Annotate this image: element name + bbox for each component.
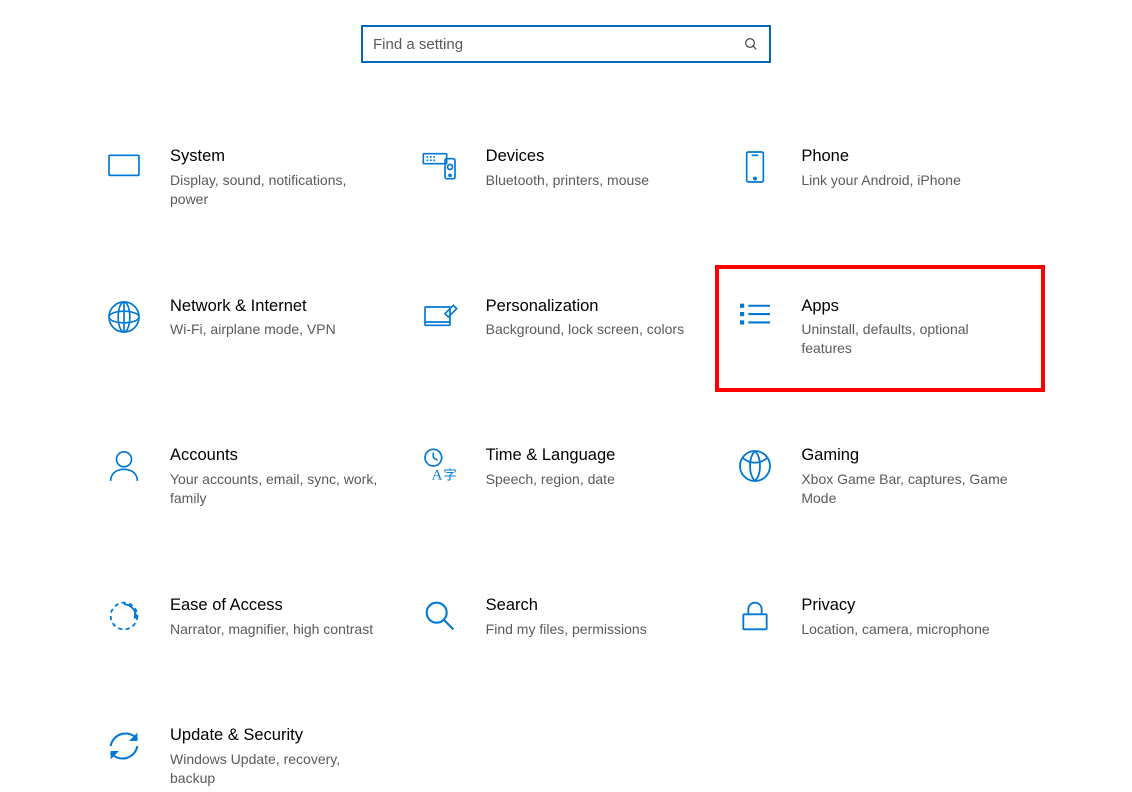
phone-icon — [735, 147, 775, 187]
tile-text: Phone Link your Android, iPhone — [801, 147, 961, 190]
tile-personalization[interactable]: Personalization Background, lock screen,… — [416, 293, 722, 363]
tile-title: Time & Language — [486, 446, 616, 466]
tile-text: Update & Security Windows Update, recove… — [170, 726, 380, 788]
update-icon — [104, 726, 144, 766]
tile-text: Apps Uninstall, defaults, optional featu… — [801, 297, 1011, 359]
tile-search[interactable]: Search Find my files, permissions — [416, 592, 722, 643]
tile-title: Update & Security — [170, 726, 380, 746]
tile-ease-of-access[interactable]: Ease of Access Narrator, magnifier, high… — [100, 592, 406, 643]
tile-apps[interactable]: Apps Uninstall, defaults, optional featu… — [731, 293, 1037, 363]
devices-icon — [420, 147, 460, 187]
tile-devices[interactable]: Devices Bluetooth, printers, mouse — [416, 143, 722, 213]
tile-desc: Display, sound, notifications, power — [170, 171, 380, 209]
search-container — [0, 0, 1132, 63]
tile-title: Phone — [801, 147, 961, 167]
tile-title: Accounts — [170, 446, 380, 466]
tile-text: Accounts Your accounts, email, sync, wor… — [170, 446, 380, 508]
tile-desc: Find my files, permissions — [486, 620, 647, 639]
apps-icon — [735, 297, 775, 337]
tile-accounts[interactable]: Accounts Your accounts, email, sync, wor… — [100, 442, 406, 512]
tile-title: Network & Internet — [170, 297, 336, 317]
network-icon — [104, 297, 144, 337]
tile-text: Devices Bluetooth, printers, mouse — [486, 147, 649, 190]
tile-desc: Background, lock screen, colors — [486, 320, 684, 339]
tile-privacy[interactable]: Privacy Location, camera, microphone — [731, 592, 1037, 643]
tile-desc: Bluetooth, printers, mouse — [486, 171, 649, 190]
tile-desc: Location, camera, microphone — [801, 620, 989, 639]
tile-desc: Link your Android, iPhone — [801, 171, 961, 190]
tile-text: Network & Internet Wi-Fi, airplane mode,… — [170, 297, 336, 340]
tile-desc: Windows Update, recovery, backup — [170, 750, 380, 788]
tile-text: Ease of Access Narrator, magnifier, high… — [170, 596, 373, 639]
tile-text: Search Find my files, permissions — [486, 596, 647, 639]
search-tile-icon — [420, 596, 460, 636]
tile-gaming[interactable]: Gaming Xbox Game Bar, captures, Game Mod… — [731, 442, 1037, 512]
search-box[interactable] — [361, 25, 771, 63]
tile-desc: Speech, region, date — [486, 470, 616, 489]
personalization-icon — [420, 297, 460, 337]
tile-phone[interactable]: Phone Link your Android, iPhone — [731, 143, 1037, 213]
tile-system[interactable]: System Display, sound, notifications, po… — [100, 143, 406, 213]
tile-title: Search — [486, 596, 647, 616]
tile-time-language[interactable]: A 字 Time & Language Speech, region, date — [416, 442, 722, 512]
system-icon — [104, 147, 144, 187]
tile-title: Apps — [801, 297, 1011, 317]
tile-text: Gaming Xbox Game Bar, captures, Game Mod… — [801, 446, 1011, 508]
tile-title: Devices — [486, 147, 649, 167]
settings-grid: System Display, sound, notifications, po… — [0, 143, 1132, 792]
search-input[interactable] — [373, 36, 743, 53]
tile-title: Gaming — [801, 446, 1011, 466]
tile-network[interactable]: Network & Internet Wi-Fi, airplane mode,… — [100, 293, 406, 363]
privacy-icon — [735, 596, 775, 636]
svg-text:A: A — [431, 467, 442, 483]
tile-text: Time & Language Speech, region, date — [486, 446, 616, 489]
time-language-icon: A 字 — [420, 446, 460, 486]
gaming-icon — [735, 446, 775, 486]
tile-desc: Narrator, magnifier, high contrast — [170, 620, 373, 639]
tile-title: Personalization — [486, 297, 684, 317]
tile-title: System — [170, 147, 380, 167]
tile-update-security[interactable]: Update & Security Windows Update, recove… — [100, 722, 406, 792]
tile-text: Personalization Background, lock screen,… — [486, 297, 684, 340]
tile-title: Ease of Access — [170, 596, 373, 616]
svg-text:字: 字 — [443, 467, 456, 482]
accounts-icon — [104, 446, 144, 486]
tile-title: Privacy — [801, 596, 989, 616]
search-icon — [743, 36, 759, 52]
tile-desc: Wi-Fi, airplane mode, VPN — [170, 320, 336, 339]
tile-text: System Display, sound, notifications, po… — [170, 147, 380, 209]
ease-of-access-icon — [104, 596, 144, 636]
tile-desc: Your accounts, email, sync, work, family — [170, 470, 380, 508]
tile-text: Privacy Location, camera, microphone — [801, 596, 989, 639]
tile-desc: Uninstall, defaults, optional features — [801, 320, 1011, 358]
tile-desc: Xbox Game Bar, captures, Game Mode — [801, 470, 1011, 508]
